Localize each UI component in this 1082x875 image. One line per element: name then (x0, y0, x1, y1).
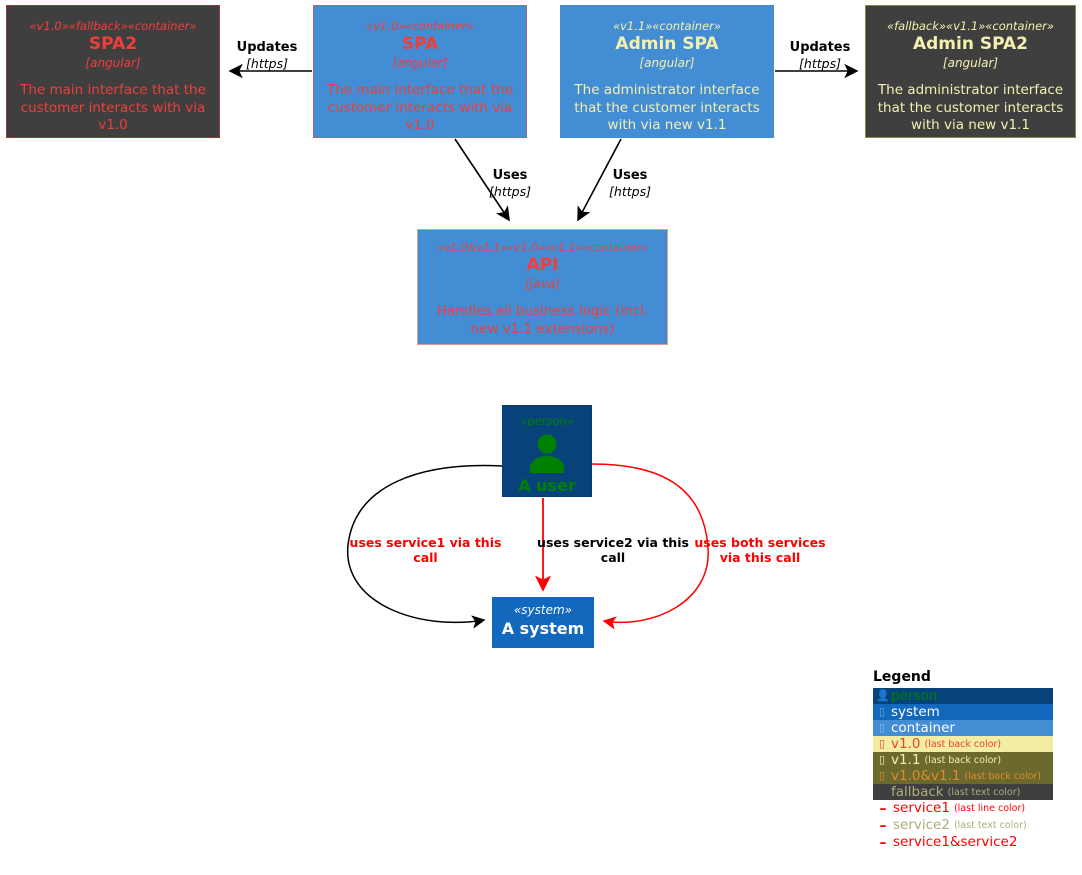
legend-item-label: person (891, 687, 938, 704)
relation-label-line1: uses both services (694, 535, 826, 550)
edge-label-text: Uses (492, 168, 528, 183)
legend-item-label: v1.0&v1.1 (891, 767, 961, 784)
node-admin-spa2[interactable]: «fallback»«v1.1»«container» Admin SPA2 [… (865, 5, 1076, 138)
edge-label-text: Updates (236, 40, 298, 55)
dash-icon: – (879, 834, 887, 851)
edge-label-adminspa-uses-api: Uses [https] (607, 168, 653, 200)
person-icon: 👤 (876, 689, 890, 702)
edge-label-text: Updates (789, 40, 851, 55)
relation-label-line2: via this call (719, 549, 801, 565)
node-admin-spa2-description: The administrator interface that the cus… (877, 82, 1064, 133)
legend-item-label: v1.0 (891, 735, 921, 752)
relation-label-line1: uses service2 via this (537, 535, 689, 550)
node-api-tech: [java] (525, 277, 560, 291)
node-system-stereotypes: «system» (513, 603, 573, 617)
dash-icon: – (879, 817, 887, 834)
legend-item-label: service1&service2 (893, 834, 1018, 850)
legend-item-note: (last back color) (964, 770, 1042, 782)
node-admin-spa-description: The administrator interface that the cus… (574, 82, 760, 133)
node-spa-stereotypes: «v1.0»«container» (366, 19, 474, 33)
node-admin-spa[interactable]: «v1.1»«container» Admin SPA [angular] Th… (560, 5, 774, 138)
node-spa2-title: SPA2 (88, 34, 138, 54)
legend-item-note: (last line color) (953, 803, 1026, 814)
legend-row-service1-service2: – service1&service2 (873, 834, 1053, 851)
relation-label-line1: uses service1 via this (349, 535, 502, 550)
node-person[interactable]: «person» A user (502, 405, 592, 497)
legend-row-service2: – service2 (last text color) (873, 817, 1053, 834)
legend-row-container: ▯ container (873, 720, 1053, 736)
legend-item-label: v1.1 (891, 751, 921, 768)
edge-label-spa-updates-spa2: Updates [https] (232, 40, 302, 72)
node-spa2-description: The main interface that the customer int… (20, 82, 206, 133)
legend-item-label: service1 (893, 800, 950, 816)
edge-label-text: Uses (612, 168, 648, 183)
node-admin-spa-tech: [angular] (639, 56, 695, 70)
legend-item-note: (last back color) (924, 754, 1002, 766)
relation-label-both-services: uses both services via this call (694, 535, 826, 565)
legend-item-label: system (891, 703, 940, 720)
edge-label-tech: [https] (799, 56, 841, 71)
edge-label-adminspa-updates-adminspa2: Updates [https] (785, 40, 855, 72)
person-icon (530, 434, 564, 473)
node-person-title: A user (518, 476, 576, 495)
v11-swatch-icon: ▯ (878, 753, 886, 766)
node-spa[interactable]: «v1.0»«container» SPA [angular] The main… (313, 5, 527, 138)
legend-row-v10-v11: ▯ v1.0&v1.1 (last back color) (873, 768, 1053, 784)
node-api-description: Handles all business logic (incl. new v1… (436, 303, 649, 337)
node-spa-title: SPA (401, 34, 439, 54)
node-spa-tech: [angular] (392, 56, 448, 70)
edge-label-tech: [https] (489, 184, 531, 199)
system-icon: ▯ (878, 705, 886, 718)
diagram-canvas: «v1.0»«fallback»«container» SPA2 [angula… (0, 0, 1082, 875)
edge-label-tech: [https] (609, 184, 651, 199)
node-admin-spa-stereotypes: «v1.1»«container» (613, 19, 721, 33)
node-admin-spa2-title: Admin SPA2 (912, 34, 1028, 54)
node-api-title: API (526, 255, 559, 275)
legend-row-person: 👤 person (873, 688, 1053, 704)
node-admin-spa-title: Admin SPA (615, 34, 719, 54)
node-spa2-stereotypes: «v1.0»«fallback»«container» (29, 19, 197, 33)
relation-label-service1: uses service1 via this call (348, 535, 503, 565)
legend: Legend 👤 person ▯ system ▯ container ▯ v… (873, 668, 1053, 851)
legend-title: Legend (873, 669, 931, 685)
node-system-title: A system (501, 619, 585, 638)
node-admin-spa2-tech: [angular] (942, 56, 999, 70)
node-api-stereotypes: «v1.0&v1.1»«v1.0»«v1.1»«container» (436, 241, 649, 254)
relation-label-service2: uses service2 via this call (537, 535, 689, 565)
relation-label-line2: call (413, 549, 438, 565)
node-system[interactable]: «system» A system (492, 597, 594, 648)
legend-row-v11: ▯ v1.1 (last back color) (873, 752, 1053, 768)
node-spa-description: The main interface that the customer int… (327, 82, 513, 133)
legend-item-note: (last text color) (953, 820, 1027, 831)
legend-row-fallback: fallback (last text color) (873, 784, 1053, 800)
v10-swatch-icon: ▯ (878, 737, 886, 750)
legend-row-system: ▯ system (873, 704, 1053, 720)
node-api[interactable]: «v1.0&v1.1»«v1.0»«v1.1»«container» API [… (417, 229, 668, 345)
edge-label-tech: [https] (246, 56, 288, 71)
legend-row-v10: ▯ v1.0 (last back color) (873, 736, 1053, 752)
legend-item-label: container (891, 719, 955, 736)
edge-label-spa-uses-api: Uses [https] (487, 168, 533, 200)
node-admin-spa2-stereotypes: «fallback»«v1.1»«container» (887, 19, 1054, 33)
legend-item-note: (last text color) (947, 786, 1021, 798)
legend-row-service1: – service1 (last line color) (873, 800, 1053, 817)
node-spa2[interactable]: «v1.0»«fallback»«container» SPA2 [angula… (6, 5, 220, 138)
legend-item-note: (last back color) (924, 738, 1002, 750)
node-spa2-tech: [angular] (85, 56, 141, 70)
legend-item-label: service2 (893, 817, 950, 833)
relation-label-line2: call (600, 549, 626, 565)
v10v11-swatch-icon: ▯ (878, 769, 886, 782)
node-person-stereotypes: «person» (520, 414, 574, 428)
legend-item-label: fallback (891, 783, 944, 800)
dash-icon: – (879, 800, 887, 817)
container-icon: ▯ (878, 721, 886, 734)
